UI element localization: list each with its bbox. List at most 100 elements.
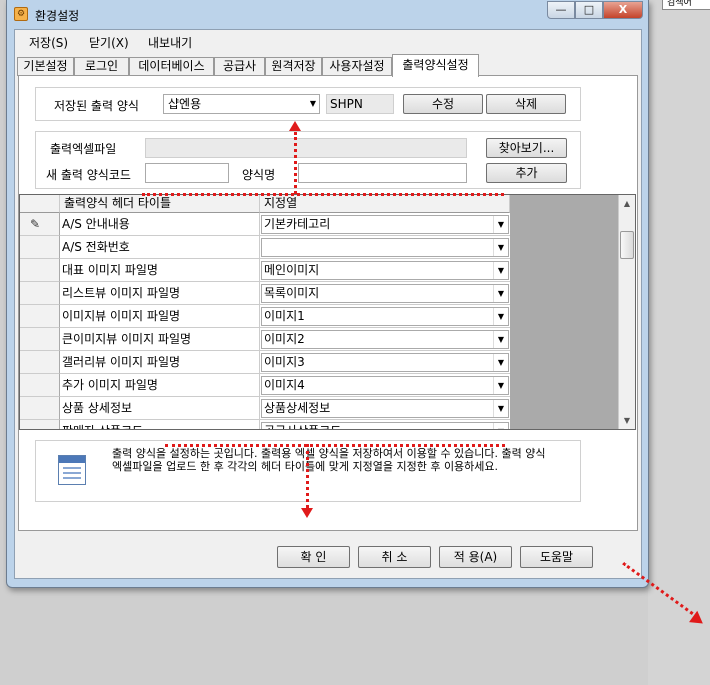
- window-title: 환경설정: [35, 9, 80, 23]
- mapping-value: 이미지3: [264, 355, 305, 369]
- settings-window: ⚙ 환경설정 — □ X 저장(S) 닫기(X) 내보내기 기본설정 로그인 데…: [6, 0, 649, 588]
- mapping-combo[interactable]: 이미지2 ▼: [261, 330, 509, 349]
- pencil-icon: ✎: [30, 217, 41, 231]
- row-header[interactable]: [20, 282, 60, 305]
- table-row[interactable]: A/S 전화번호 ▼: [20, 236, 510, 259]
- mapping-cell: 이미지1 ▼: [260, 305, 510, 328]
- apply-button[interactable]: 적 용(A): [439, 546, 512, 568]
- mapping-cell: 이미지2 ▼: [260, 328, 510, 351]
- mapping-combo[interactable]: 기본카테고리 ▼: [261, 215, 509, 234]
- mapping-value: 기본카테고리: [264, 217, 331, 231]
- format-name-input[interactable]: [298, 163, 467, 183]
- table-row[interactable]: 판매자 상품코드 공급사상품코드 ▼: [20, 420, 510, 429]
- format-code-field: SHPN: [326, 94, 394, 114]
- grid-header-title[interactable]: 출력양식 헤더 타이틀: [60, 195, 260, 213]
- tab-user-settings[interactable]: 사용자설정: [322, 57, 392, 76]
- browse-button[interactable]: 찾아보기...: [486, 138, 567, 158]
- table-row[interactable]: 상품 상세정보 상품상세정보 ▼: [20, 397, 510, 420]
- help-button[interactable]: 도움말: [520, 546, 593, 568]
- menu-export[interactable]: 내보내기: [148, 34, 192, 51]
- header-title-cell: A/S 안내내용: [60, 213, 260, 236]
- excel-file-label: 출력엑셀파일: [50, 142, 117, 156]
- new-code-input[interactable]: [145, 163, 229, 183]
- mapping-combo[interactable]: 상품상세정보 ▼: [261, 399, 509, 418]
- tab-output-format[interactable]: 출력양식설정: [392, 54, 479, 77]
- mapping-cell: 상품상세정보 ▼: [260, 397, 510, 420]
- header-title-cell: 대표 이미지 파일명: [60, 259, 260, 282]
- annotation-line-up: [294, 132, 297, 194]
- annotation-arrow-down-icon: [301, 508, 313, 518]
- tab-basic[interactable]: 기본설정: [17, 57, 74, 76]
- edit-button[interactable]: 수정: [403, 94, 483, 114]
- chevron-down-icon: ▼: [493, 400, 508, 417]
- mapping-combo[interactable]: 메인이미지 ▼: [261, 261, 509, 280]
- chevron-down-icon: ▼: [493, 262, 508, 279]
- cancel-button[interactable]: 취 소: [358, 546, 431, 568]
- close-button[interactable]: X: [603, 1, 643, 19]
- table-row[interactable]: ✎ A/S 안내내용 기본카테고리 ▼: [20, 213, 510, 236]
- mapping-combo[interactable]: 이미지1 ▼: [261, 307, 509, 326]
- delete-button[interactable]: 삭제: [486, 94, 566, 114]
- saved-format-combo[interactable]: 샵엔용 ▼: [163, 94, 320, 114]
- mapping-combo[interactable]: ▼: [261, 238, 509, 257]
- chevron-down-icon: ▼: [493, 331, 508, 348]
- chevron-down-icon: ▼: [493, 285, 508, 302]
- table-row[interactable]: 대표 이미지 파일명 메인이미지 ▼: [20, 259, 510, 282]
- table-row[interactable]: 리스트뷰 이미지 파일명 목록이미지 ▼: [20, 282, 510, 305]
- scroll-thumb[interactable]: [620, 231, 634, 259]
- info-text: 출력 양식을 설정하는 곳입니다. 출력용 엑셀 양식을 저장하여서 이용할 수…: [112, 447, 546, 473]
- new-code-label: 새 출력 양식코드: [46, 168, 131, 182]
- table-row[interactable]: 추가 이미지 파일명 이미지4 ▼: [20, 374, 510, 397]
- chevron-down-icon: ▼: [493, 216, 508, 233]
- saved-format-value: 샵엔용: [168, 97, 202, 111]
- table-row[interactable]: 갤러리뷰 이미지 파일명 이미지3 ▼: [20, 351, 510, 374]
- header-title-cell: 큰이미지뷰 이미지 파일명: [60, 328, 260, 351]
- tab-supplier[interactable]: 공급사: [214, 57, 265, 76]
- row-header[interactable]: [20, 259, 60, 282]
- grid-header-mapping[interactable]: 지정열: [260, 195, 510, 213]
- mapping-value: 공급사상품코드: [264, 424, 341, 429]
- mapping-combo[interactable]: 공급사상품코드 ▼: [261, 422, 509, 429]
- tab-remote-save[interactable]: 원격저장: [265, 57, 322, 76]
- chevron-down-icon: ▼: [493, 377, 508, 394]
- row-header[interactable]: [20, 420, 60, 429]
- ok-button[interactable]: 확 인: [277, 546, 350, 568]
- grid-scrollbar[interactable]: ▲ ▼: [618, 195, 635, 429]
- mapping-combo[interactable]: 목록이미지 ▼: [261, 284, 509, 303]
- chevron-down-icon: ▼: [493, 308, 508, 325]
- row-header[interactable]: ✎: [20, 213, 60, 236]
- background-window: [648, 0, 710, 685]
- mapping-combo[interactable]: 이미지4 ▼: [261, 376, 509, 395]
- maximize-button[interactable]: □: [575, 1, 603, 19]
- tab-database[interactable]: 데이터베이스: [129, 57, 214, 76]
- row-header[interactable]: [20, 328, 60, 351]
- chevron-down-icon: ▼: [309, 99, 316, 108]
- saved-format-group: 저장된 출력 양식 샵엔용 ▼ SHPN 수정 삭제: [35, 87, 581, 121]
- scroll-up-icon[interactable]: ▲: [619, 195, 635, 212]
- header-title-cell: 이미지뷰 이미지 파일명: [60, 305, 260, 328]
- chevron-down-icon: ▼: [493, 354, 508, 371]
- mapping-combo[interactable]: 이미지3 ▼: [261, 353, 509, 372]
- output-format-panel: 저장된 출력 양식 샵엔용 ▼ SHPN 수정 삭제 출력엑셀파일 찾아보기..…: [18, 75, 638, 531]
- mapping-value: 이미지2: [264, 332, 305, 346]
- minimize-button[interactable]: —: [547, 1, 575, 19]
- row-header[interactable]: [20, 305, 60, 328]
- header-title-cell: 갤러리뷰 이미지 파일명: [60, 351, 260, 374]
- table-row[interactable]: 이미지뷰 이미지 파일명 이미지1 ▼: [20, 305, 510, 328]
- row-header[interactable]: [20, 351, 60, 374]
- app-icon: ⚙: [14, 7, 28, 21]
- mapping-cell: 메인이미지 ▼: [260, 259, 510, 282]
- title-bar[interactable]: ⚙ 환경설정 — □ X: [7, 0, 648, 28]
- row-header[interactable]: [20, 397, 60, 420]
- format-name-label: 양식명: [242, 168, 276, 182]
- mapping-cell: 기본카테고리 ▼: [260, 213, 510, 236]
- table-row[interactable]: 큰이미지뷰 이미지 파일명 이미지2 ▼: [20, 328, 510, 351]
- tab-login[interactable]: 로그인: [74, 57, 129, 76]
- mapping-value: 이미지4: [264, 378, 305, 392]
- scroll-down-icon[interactable]: ▼: [619, 412, 635, 429]
- row-header[interactable]: [20, 236, 60, 259]
- menu-close[interactable]: 닫기(X): [89, 34, 129, 51]
- row-header[interactable]: [20, 374, 60, 397]
- menu-save[interactable]: 저장(S): [29, 34, 68, 51]
- add-button[interactable]: 추가: [486, 163, 567, 183]
